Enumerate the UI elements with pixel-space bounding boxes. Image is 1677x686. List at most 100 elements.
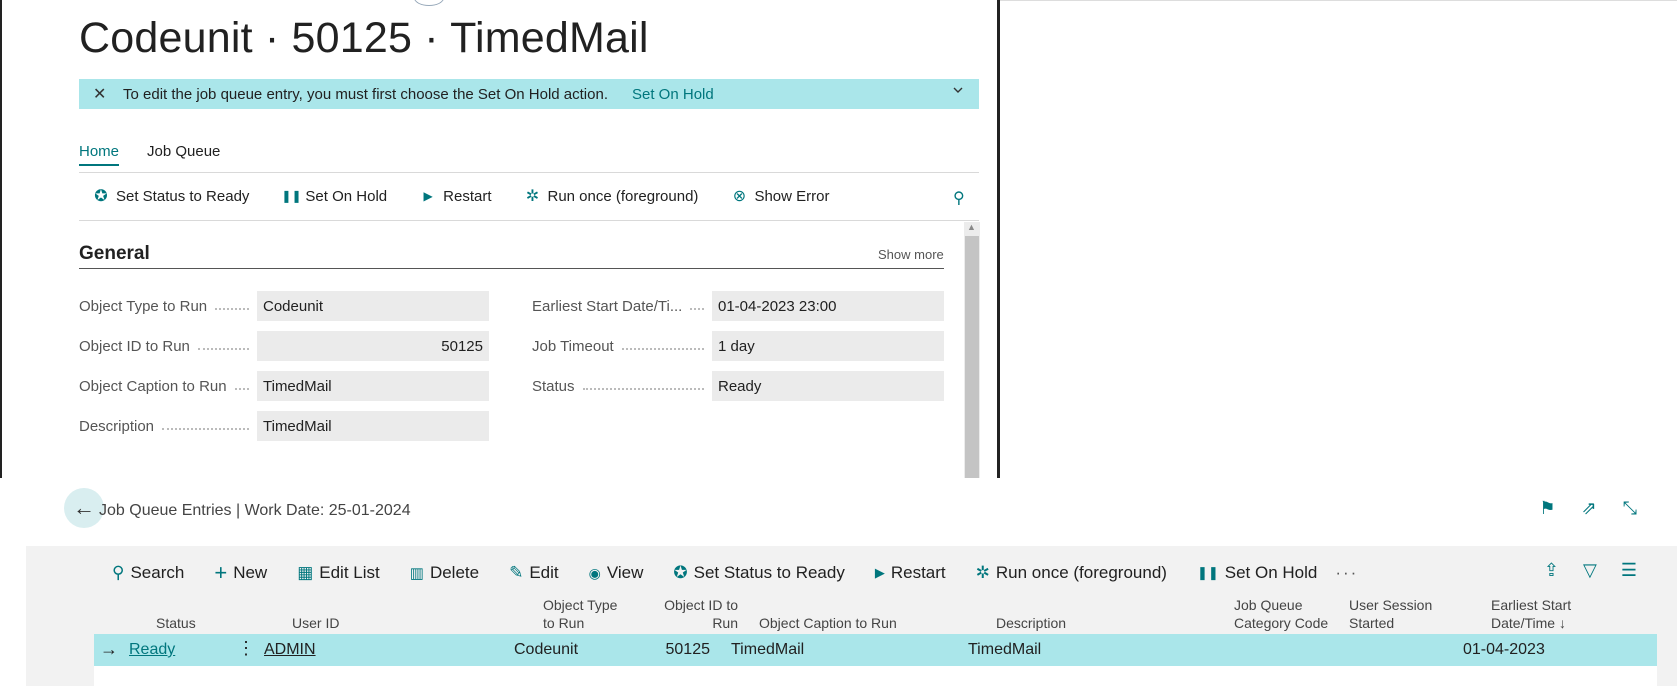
field-object-type: Object Type to Run Codeunit [79, 291, 489, 321]
description-value[interactable]: TimedMail [257, 411, 489, 441]
column-header-description[interactable]: Description [996, 614, 1066, 632]
eye-icon: ◉ [588, 564, 601, 581]
tab-job-queue[interactable]: Job Queue [147, 143, 220, 166]
column-header-earliest-start[interactable]: Earliest Start Date/Time ↓ [1491, 596, 1571, 632]
column-header-status[interactable]: Status [156, 614, 196, 632]
list-title: Job Queue Entries | Work Date: 25-01-202… [99, 502, 411, 519]
banner-message: To edit the job queue entry, you must fi… [123, 85, 608, 103]
filter-icon[interactable]: ▽ [1583, 560, 1597, 581]
restart-button[interactable]: ▶ Restart [419, 187, 492, 205]
tab-home[interactable]: Home [79, 143, 120, 166]
row-object-type[interactable]: Codeunit [514, 641, 578, 659]
set-status-ready-button[interactable]: ✪ Set Status to Ready [673, 563, 844, 583]
field-earliest-start: Earliest Start Date/Ti... 01-04-2023 23:… [532, 291, 944, 321]
field-status: Status Ready [532, 371, 944, 401]
button-label: Edit [529, 563, 559, 582]
row-user-id[interactable]: ADMIN [264, 641, 316, 659]
set-on-hold-button[interactable]: ❚❚ Set On Hold [1197, 563, 1317, 583]
row-indicator-arrow-icon: → [100, 639, 118, 659]
delete-button[interactable]: ▥ Delete [410, 563, 479, 583]
column-header-object-caption[interactable]: Object Caption to Run [759, 614, 897, 632]
scroll-up-icon[interactable]: ▲ [967, 222, 976, 232]
run-once-icon: ✲ [975, 563, 990, 582]
error-icon: ⊗ [732, 188, 747, 205]
bookmark-icon[interactable]: ⚑ [1539, 498, 1555, 519]
header-line: Object Type [543, 597, 618, 613]
column-header-user-id[interactable]: User ID [292, 614, 339, 632]
button-label: New [233, 563, 268, 582]
header-line: User Session [1349, 597, 1433, 613]
list-view-icon[interactable]: ☰ [1621, 560, 1637, 581]
scrollbar-thumb[interactable] [965, 236, 979, 478]
row-object-caption[interactable]: TimedMail [731, 641, 804, 659]
card-tabs: Home Job Queue [79, 143, 220, 166]
field-object-caption: Object Caption to Run TimedMail [79, 371, 489, 401]
run-once-icon: ✲ [525, 188, 540, 205]
back-button[interactable]: ← [64, 488, 104, 528]
edit-list-button[interactable]: ▦ Edit List [297, 563, 380, 583]
show-more-link[interactable]: Show more [878, 247, 944, 262]
pin-icon[interactable]: ⚲ [953, 188, 965, 208]
row-description[interactable]: TimedMail [968, 641, 1041, 659]
row-object-id[interactable]: 50125 [634, 641, 711, 659]
restart-button[interactable]: ▶ Restart [875, 563, 946, 583]
chevron-down-icon[interactable] [953, 85, 963, 95]
page-icons: ⚑ ⇗ ⤡ [1539, 498, 1637, 519]
row-earliest-start[interactable]: 01-04-2023 [1463, 641, 1545, 659]
row-actions-menu-icon[interactable]: ⋮ [237, 638, 255, 659]
close-icon[interactable]: ✕ [93, 84, 113, 104]
share-icon[interactable]: ⇪ [1544, 560, 1559, 581]
empty-row-area [94, 666, 1657, 686]
new-button[interactable]: + New [214, 560, 267, 586]
column-header-user-session[interactable]: User Session Started [1349, 596, 1432, 632]
object-type-value[interactable]: Codeunit [257, 291, 489, 321]
collapse-icon[interactable]: ⤡ [1623, 498, 1637, 519]
set-status-ready-button[interactable]: ✪ Set Status to Ready [92, 186, 249, 206]
row-status-link[interactable]: Ready [129, 641, 175, 659]
job-queue-card-page: Codeunit · 50125 · TimedMail ✕ To edit t… [0, 0, 1000, 478]
run-once-button[interactable]: ✲ Run once (foreground) [524, 186, 699, 206]
open-new-window-icon[interactable]: ⇗ [1582, 498, 1597, 519]
button-label: Restart [443, 187, 492, 205]
set-on-hold-button[interactable]: ❚❚ Set On Hold [281, 188, 387, 205]
header-line: Category Code [1234, 615, 1329, 631]
object-caption-value[interactable]: TimedMail [257, 371, 489, 401]
column-header-object-id[interactable]: Object ID to Run [662, 596, 738, 632]
show-error-button[interactable]: ⊗ Show Error [730, 186, 830, 206]
earliest-start-value[interactable]: 01-04-2023 23:00 [712, 291, 944, 321]
button-label: Delete [429, 563, 480, 582]
field-label: Job Timeout [532, 337, 614, 355]
object-id-value[interactable]: 50125 [257, 331, 489, 361]
section-title-general[interactable]: General [79, 243, 150, 265]
pencil-icon: ✎ [509, 563, 524, 582]
run-once-button[interactable]: ✲ Run once (foreground) [976, 563, 1167, 583]
edit-button[interactable]: ✎ Edit [509, 563, 559, 583]
banner-set-on-hold-link[interactable]: Set On Hold [632, 86, 714, 103]
table-row[interactable]: → Ready ⋮ ADMIN Codeunit 50125 TimedMail… [94, 634, 1657, 666]
section-divider [79, 268, 944, 269]
more-options-button[interactable]: ··· [1335, 563, 1358, 583]
field-label: Object ID to Run [79, 337, 190, 355]
header-line: Date/Time ↓ [1491, 615, 1566, 631]
list-right-tools: ⇪ ▽ ☰ [1544, 560, 1637, 581]
job-timeout-value[interactable]: 1 day [712, 331, 944, 361]
column-header-object-type[interactable]: Object Type to Run [543, 596, 617, 632]
column-header-category-code[interactable]: Job Queue Category Code [1234, 596, 1328, 632]
field-dots [690, 308, 704, 310]
search-button[interactable]: ⚲ Search [112, 563, 184, 583]
pause-icon: ❚❚ [1196, 565, 1219, 580]
field-dots [621, 348, 704, 350]
vertical-scrollbar[interactable]: ▲ [964, 222, 980, 478]
button-label: View [606, 563, 644, 582]
button-label: Restart [890, 563, 946, 582]
header-line: Run [712, 615, 738, 631]
view-button[interactable]: ◉ View [589, 563, 644, 583]
header-line: Job Queue [1234, 597, 1303, 613]
status-value[interactable]: Ready [712, 371, 944, 401]
field-dots [234, 388, 249, 390]
field-label: Description [79, 417, 155, 435]
notification-banner: ✕ To edit the job queue entry, you must … [79, 79, 979, 109]
set-status-ready-icon: ✪ [94, 188, 108, 205]
divider [1000, 0, 1677, 1]
button-label: Set Status to Ready [693, 563, 845, 582]
